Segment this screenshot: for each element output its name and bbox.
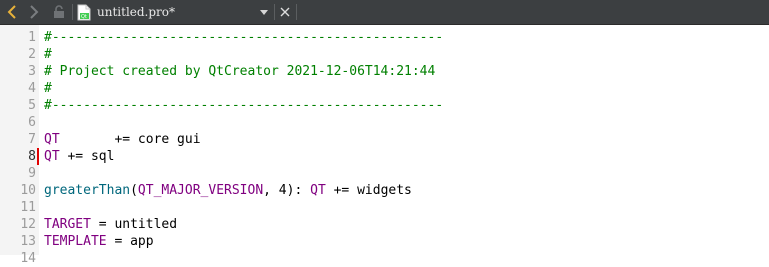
code-token-variable: QT [44,149,60,164]
code-line[interactable]: 4 # [0,80,769,97]
code-token-variable: QT_MAJOR_VERSION [137,183,264,198]
code-text: #---------------------------------------… [44,97,443,114]
line-number: 4 [28,81,36,96]
line-number: 6 [28,115,36,130]
code-line[interactable]: 11 [0,199,769,216]
code-text: QT += core gui [44,131,201,148]
chevron-right-icon [30,5,39,19]
code-line[interactable]: 13 TEMPLATE = app [0,233,769,250]
code-line[interactable]: 8 QT += sql [0,148,769,165]
code-token-variable: QT [44,132,60,147]
code-line[interactable]: 2 # [0,46,769,63]
document-dropdown-button[interactable] [256,0,272,24]
line-number: 5 [28,98,36,113]
forward-button[interactable] [24,0,44,24]
code-line[interactable]: 3 # Project created by QtCreator 2021-12-… [0,63,769,80]
code-token-comment: # [44,47,52,62]
toolbar-separator [274,4,275,20]
close-document-button[interactable] [276,0,294,24]
code-token-variable: TARGET [44,217,91,232]
code-token-comment: #---------------------------------------… [44,30,444,45]
code-token-comment: # Project created by QtCreator 2021-12-0… [44,64,436,79]
code-line[interactable]: 5 #--------------------------------------… [0,97,769,114]
line-number: 8 [28,149,36,164]
line-number: 10 [20,183,36,198]
code-text: # Project created by QtCreator 2021-12-0… [44,63,435,80]
line-number: 12 [20,217,36,232]
code-line[interactable]: 6 [0,114,769,131]
toolbar-separator [72,4,73,20]
code-text: TARGET = untitled [44,216,177,233]
line-number: 11 [20,200,36,215]
code-text: # [44,46,52,63]
chevron-left-icon [7,5,16,19]
code-token-comment: #---------------------------------------… [44,98,444,113]
code-line[interactable]: 7 QT += core gui [0,131,769,148]
code-text: TEMPLATE = app [44,233,154,250]
code-token-plain: += sql [59,149,115,164]
close-icon [280,7,290,17]
line-number: 2 [28,47,36,62]
document-title[interactable]: untitled.pro* [97,3,175,21]
code-line[interactable]: 1 #--------------------------------------… [0,29,769,46]
code-token-plain: = app [106,234,154,249]
code-line[interactable]: 10 greaterThan(QT_MAJOR_VERSION, 4): QT +… [0,182,769,199]
lock-icon [54,5,64,18]
code-token-plain: += widgets [325,183,412,198]
line-number: 14 [20,251,36,266]
current-line-marker [37,148,39,165]
code-token-variable: QT [310,183,326,198]
code-text: #---------------------------------------… [44,29,443,46]
qt-pro-file-icon: Qt [77,4,91,20]
file-type-icon-wrap: Qt [75,0,93,24]
toolbar-separator [296,4,297,20]
code-text: greaterThan(QT_MAJOR_VERSION, 4): QT += … [44,182,412,199]
triangle-down-icon [260,9,268,15]
code-token-comment: # [44,81,52,96]
back-button[interactable] [2,0,22,24]
code-token-plain: += core gui [59,132,201,147]
code-line[interactable]: 14 [0,250,769,267]
code-line[interactable]: 12 TARGET = untitled [0,216,769,233]
editor-toolbar: Qt untitled.pro* [0,0,769,25]
code-editor[interactable]: 1 #--------------------------------------… [0,25,769,266]
code-token-plain: = untitled [90,217,178,232]
svg-text:Qt: Qt [81,14,87,20]
line-number: 9 [28,166,36,181]
line-number: 3 [28,64,36,79]
lock-toggle[interactable] [49,0,69,24]
code-text: # [44,80,52,97]
line-number: 7 [28,132,36,147]
code-line[interactable]: 9 [0,165,769,182]
code-token-function: greaterThan [44,183,131,198]
line-number: 1 [28,30,36,45]
line-number: 13 [20,234,36,249]
code-token-plain: ( [130,183,138,198]
code-token-plain: , 4): [263,183,311,198]
code-text: QT += sql [44,148,114,165]
code-token-variable: TEMPLATE [44,234,107,249]
